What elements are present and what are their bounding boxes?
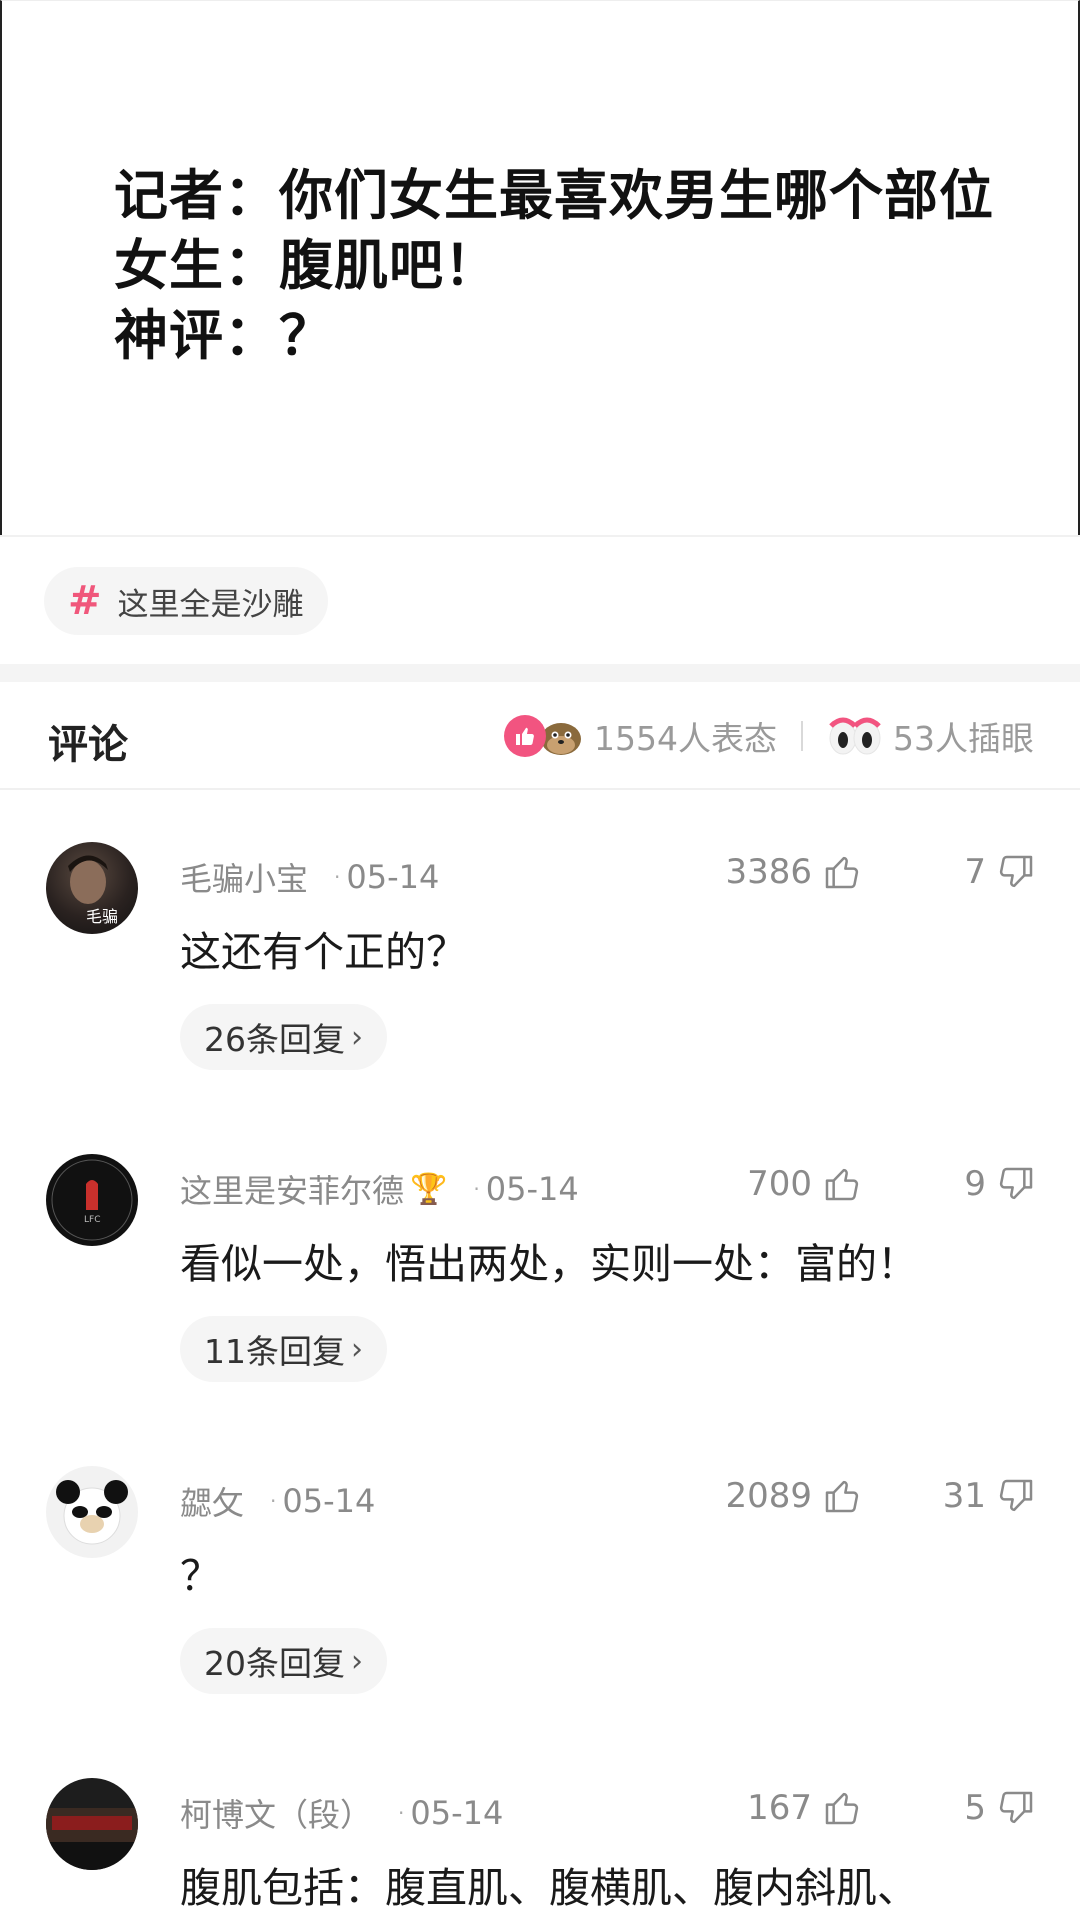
avatar[interactable] [46,1466,138,1558]
like-count: 700 [747,1164,812,1204]
view-replies-button[interactable]: 20条回复 › [180,1628,387,1694]
comment-username[interactable]: 毛骗小宝 [180,854,308,900]
avatar[interactable]: LFC [46,1154,138,1246]
section-divider [0,664,1080,682]
post-line-2: 女生：腹肌吧！ [114,234,499,297]
comment-username[interactable]: 勰攵 [180,1478,244,1524]
divider [0,535,1080,537]
thumbs-up-reaction-icon [504,715,547,757]
like-button[interactable]: 2089 [725,1476,862,1516]
eyes-icon [827,716,883,756]
reply-count: 26条回复 [204,1020,345,1059]
reply-count: 11条回复 [204,1332,345,1371]
like-count: 2089 [725,1476,812,1516]
peek-count: 53人插眼 [893,719,1034,758]
comment-username[interactable]: 柯博文（段） [180,1790,372,1836]
topic-label: 这里全是沙雕 [117,586,304,623]
avatar[interactable]: 毛骗 [46,842,138,934]
meta-dot: · [334,865,341,889]
post-line-1: 记者：你们女生最喜欢男生哪个部位 [114,164,994,227]
chevron-right-icon: › [351,1331,363,1367]
view-replies-button[interactable]: 11条回复 › [180,1316,387,1382]
svg-text:LFC: LFC [84,1215,100,1225]
like-button[interactable]: 167 [747,1788,862,1828]
dislike-count: 31 [942,1476,986,1516]
comment-text: 看似一处，悟出两处，实则一处：富的！ [180,1240,918,1288]
comment-text: 腹肌包括：腹直肌、腹横肌、腹内斜肌、 [180,1864,918,1912]
post-image[interactable]: 记者：你们女生最喜欢男生哪个部位 女生：腹肌吧！ 神评：？ [0,0,1080,535]
comments-title: 评论 [48,722,128,768]
dislike-button[interactable]: 5 [964,1788,1036,1828]
dislike-button[interactable]: 31 [943,1476,1036,1516]
thumbs-up-icon [825,1168,859,1201]
trophy-icon: 🏆 [410,1171,448,1207]
post-line-3: 神评：？ [114,304,334,367]
thumbs-up-icon [825,1792,859,1825]
reaction-summary[interactable]: 1554人表态 53人插眼 [504,712,1034,760]
dislike-count: 5 [964,1788,986,1828]
reaction-count: 1554人表态 [594,719,777,758]
comment-item: LFC 这里是安菲尔德 🏆 · 05-14 700 9 看似一处，悟出两处，实则… [0,1154,1080,1454]
comment-item: 毛骗 毛骗小宝 · 05-14 3386 7 这还有个正的？ 26条回复 › [0,842,1080,1142]
comments-header: 评论 1554人表态 53人插眼 [0,682,1080,790]
avatar[interactable] [46,1778,138,1870]
comment-date: 05-14 [410,1794,504,1832]
hash-icon: # [68,578,102,624]
comment-text: ？ [180,1552,221,1600]
like-count: 3386 [725,852,812,892]
dislike-count: 7 [964,852,986,892]
meta-dot: · [270,1489,277,1513]
like-count: 167 [747,1788,812,1828]
comment-date: 05-14 [346,858,440,896]
comment-date: 05-14 [282,1482,376,1520]
svg-text:毛骗: 毛骗 [86,907,118,926]
like-button[interactable]: 3386 [725,852,862,892]
comment-item: 柯博文（段） · 05-14 167 5 腹肌包括：腹直肌、腹横肌、腹内斜肌、 [0,1778,1080,1916]
like-button[interactable]: 700 [747,1164,862,1204]
topic-tag[interactable]: # 这里全是沙雕 [44,567,328,635]
thumbs-down-icon [999,1167,1033,1200]
thumbs-up-icon [825,1480,859,1513]
meta-dot: · [473,1177,480,1201]
view-replies-button[interactable]: 26条回复 › [180,1004,387,1070]
thumbs-down-icon [999,1791,1033,1824]
separator [801,721,803,751]
thumbs-down-icon [999,1479,1033,1512]
thumbs-down-icon [999,855,1033,888]
comment-text: 这还有个正的？ [180,928,467,976]
dislike-button[interactable]: 9 [964,1164,1036,1204]
reply-count: 20条回复 [204,1644,345,1683]
meta-dot: · [398,1801,405,1825]
comment-item: 勰攵 · 05-14 2089 31 ？ 20条回复 › [0,1466,1080,1766]
dislike-button[interactable]: 7 [964,852,1036,892]
dislike-count: 9 [964,1164,986,1204]
thumbs-up-icon [825,856,859,889]
post-text-block: 记者：你们女生最喜欢男生哪个部位 女生：腹肌吧！ 神评：？ [114,161,994,371]
comment-username[interactable]: 这里是安菲尔德 [180,1166,404,1212]
chevron-right-icon: › [351,1643,363,1679]
comment-date: 05-14 [485,1170,579,1208]
chevron-right-icon: › [351,1019,363,1055]
